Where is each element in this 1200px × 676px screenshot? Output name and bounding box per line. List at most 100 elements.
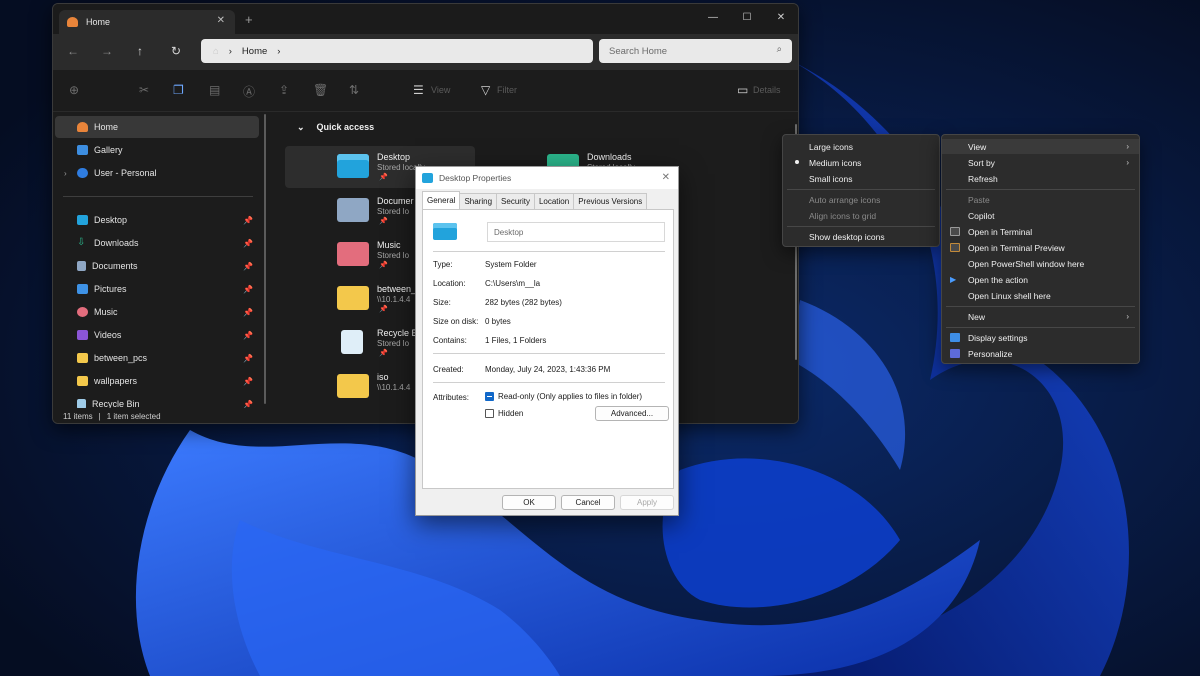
sidebar-item-between-pcs[interactable]: between_pcs 📌 bbox=[55, 347, 259, 369]
sidebar-item-documents[interactable]: Documents 📌 bbox=[55, 255, 259, 277]
menu-item-copilot[interactable]: Copilot bbox=[942, 208, 1139, 223]
pin-icon[interactable]: 📌 bbox=[243, 308, 253, 317]
type-value: System Folder bbox=[485, 260, 537, 269]
menu-item-new[interactable]: New › bbox=[942, 309, 1139, 324]
copy-icon[interactable]: ❐ bbox=[173, 83, 184, 97]
menu-item-open-powershell[interactable]: Open PowerShell window here bbox=[942, 256, 1139, 271]
sidebar-item-label: between_pcs bbox=[94, 353, 148, 363]
menu-item-display-settings[interactable]: Display settings bbox=[942, 330, 1139, 345]
minimize-button[interactable]: — bbox=[696, 4, 730, 30]
readonly-label: Read-only (Only applies to files in fold… bbox=[498, 392, 643, 401]
maximize-button[interactable]: ☐ bbox=[730, 4, 764, 30]
menu-item-open-in-terminal-preview[interactable]: Open in Terminal Preview bbox=[942, 240, 1139, 255]
desktop-folder-icon bbox=[337, 154, 369, 178]
pin-icon: 📌 bbox=[379, 306, 388, 313]
menu-item-view[interactable]: View › bbox=[942, 139, 1139, 154]
sidebar-item-desktop[interactable]: Desktop 📌 bbox=[55, 209, 259, 231]
quick-access-header[interactable]: ⌄ Quick access bbox=[297, 122, 374, 133]
menu-item-sort-by[interactable]: Sort by › bbox=[942, 155, 1139, 170]
sidebar-item-downloads[interactable]: ⇩ Downloads 📌 bbox=[55, 232, 259, 254]
pin-icon[interactable]: 📌 bbox=[243, 285, 253, 294]
onedrive-icon bbox=[77, 168, 88, 178]
sidebar-item-label: Desktop bbox=[94, 215, 128, 225]
delete-icon[interactable]: 🗑 bbox=[313, 83, 328, 97]
chevron-right-icon[interactable]: › bbox=[277, 46, 280, 57]
close-button[interactable]: ✕ bbox=[764, 4, 798, 30]
size-on-disk-label: Size on disk: bbox=[433, 317, 479, 326]
tab-home[interactable]: Home ✕ bbox=[59, 10, 235, 34]
search-input[interactable]: Search Home ⌕ bbox=[599, 39, 792, 63]
tab-general[interactable]: General bbox=[422, 191, 461, 209]
rename-icon[interactable]: Ⓐ bbox=[243, 83, 255, 100]
tab-previous-versions[interactable]: Previous Versions bbox=[573, 193, 648, 209]
tab-sharing[interactable]: Sharing bbox=[459, 193, 498, 209]
sidebar-item-pictures[interactable]: Pictures 📌 bbox=[55, 278, 259, 300]
chevron-right-icon[interactable]: › bbox=[64, 169, 67, 178]
pin-icon[interactable]: 📌 bbox=[243, 354, 253, 363]
pin-icon[interactable]: 📌 bbox=[243, 239, 253, 248]
sidebar-item-gallery[interactable]: Gallery bbox=[55, 139, 259, 161]
sidebar-item-videos[interactable]: Videos 📌 bbox=[55, 324, 259, 346]
refresh-icon[interactable]: ↻ bbox=[171, 44, 181, 58]
checkbox-icon[interactable] bbox=[485, 409, 494, 418]
share-icon[interactable]: ⇪ bbox=[279, 83, 289, 97]
search-placeholder: Search Home bbox=[609, 45, 668, 57]
menu-item-large-icons[interactable]: Large icons bbox=[783, 139, 939, 154]
forward-icon[interactable]: → bbox=[101, 44, 113, 58]
cut-icon[interactable]: ✂ bbox=[139, 83, 149, 97]
hidden-checkbox[interactable]: Hidden bbox=[485, 409, 523, 418]
checkbox-indeterminate-icon[interactable] bbox=[485, 392, 494, 401]
cancel-button[interactable]: Cancel bbox=[561, 495, 615, 510]
up-icon[interactable]: ↑ bbox=[137, 44, 143, 58]
sidebar-item-onedrive[interactable]: › User - Personal bbox=[55, 162, 259, 184]
details-pane-icon[interactable]: ▭ bbox=[737, 83, 748, 97]
menu-item-show-desktop-icons[interactable]: Show desktop icons bbox=[783, 229, 939, 244]
pin-icon[interactable]: 📌 bbox=[243, 331, 253, 340]
chevron-down-icon[interactable]: ⌄ bbox=[297, 122, 305, 133]
new-icon[interactable]: ⊕ bbox=[69, 83, 79, 97]
menu-item-medium-icons[interactable]: Medium icons bbox=[783, 155, 939, 170]
tab-location[interactable]: Location bbox=[533, 193, 575, 209]
sidebar-scrollbar[interactable] bbox=[264, 114, 266, 404]
sort-icon[interactable]: ⇅ bbox=[349, 83, 359, 97]
menu-item-refresh[interactable]: Refresh bbox=[942, 171, 1139, 186]
paste-icon[interactable]: ▤ bbox=[209, 83, 220, 97]
apply-button[interactable]: Apply bbox=[620, 495, 674, 510]
divider bbox=[433, 251, 665, 252]
folder-name-field[interactable]: Desktop bbox=[487, 222, 665, 242]
recycle-bin-icon bbox=[341, 330, 363, 354]
menu-item-small-icons[interactable]: Small icons bbox=[783, 171, 939, 186]
address-input[interactable]: ⌂ › Home › bbox=[201, 39, 593, 63]
breadcrumb[interactable]: Home bbox=[242, 46, 267, 57]
pin-icon[interactable]: 📌 bbox=[243, 377, 253, 386]
downloads-icon: ⇩ bbox=[77, 237, 86, 248]
item-name: Music bbox=[377, 240, 401, 250]
close-icon[interactable]: ✕ bbox=[662, 172, 670, 183]
folder-icon bbox=[77, 376, 88, 386]
menu-item-open-the-action[interactable]: ▶ Open the action bbox=[942, 272, 1139, 287]
pin-icon[interactable]: 📌 bbox=[243, 262, 253, 271]
details-button[interactable]: Details bbox=[753, 85, 781, 95]
new-tab-icon[interactable]: + bbox=[245, 12, 253, 27]
close-tab-icon[interactable]: ✕ bbox=[217, 15, 225, 26]
sidebar-item-music[interactable]: Music 📌 bbox=[55, 301, 259, 323]
sidebar-item-wallpapers[interactable]: wallpapers 📌 bbox=[55, 370, 259, 392]
view-button[interactable]: View bbox=[431, 85, 450, 95]
filter-icon[interactable]: ▽ bbox=[481, 83, 490, 97]
ok-button[interactable]: OK bbox=[502, 495, 556, 510]
menu-item-personalize[interactable]: Personalize bbox=[942, 346, 1139, 361]
back-icon[interactable]: ← bbox=[67, 44, 79, 58]
pictures-icon bbox=[77, 284, 88, 294]
advanced-button[interactable]: Advanced... bbox=[595, 406, 669, 421]
dialog-title-bar: Desktop Properties ✕ bbox=[416, 167, 678, 189]
filter-button[interactable]: Filter bbox=[497, 85, 517, 95]
home-icon bbox=[67, 17, 78, 27]
sidebar-item-label: Home bbox=[94, 122, 119, 132]
tab-security[interactable]: Security bbox=[496, 193, 535, 209]
view-icon[interactable]: ☰ bbox=[413, 83, 424, 97]
readonly-checkbox[interactable]: Read-only (Only applies to files in fold… bbox=[485, 392, 642, 401]
pin-icon[interactable]: 📌 bbox=[243, 216, 253, 225]
sidebar-item-home[interactable]: Home bbox=[55, 116, 259, 138]
menu-item-open-linux-shell[interactable]: Open Linux shell here bbox=[942, 288, 1139, 303]
menu-item-open-in-terminal[interactable]: Open in Terminal bbox=[942, 224, 1139, 239]
